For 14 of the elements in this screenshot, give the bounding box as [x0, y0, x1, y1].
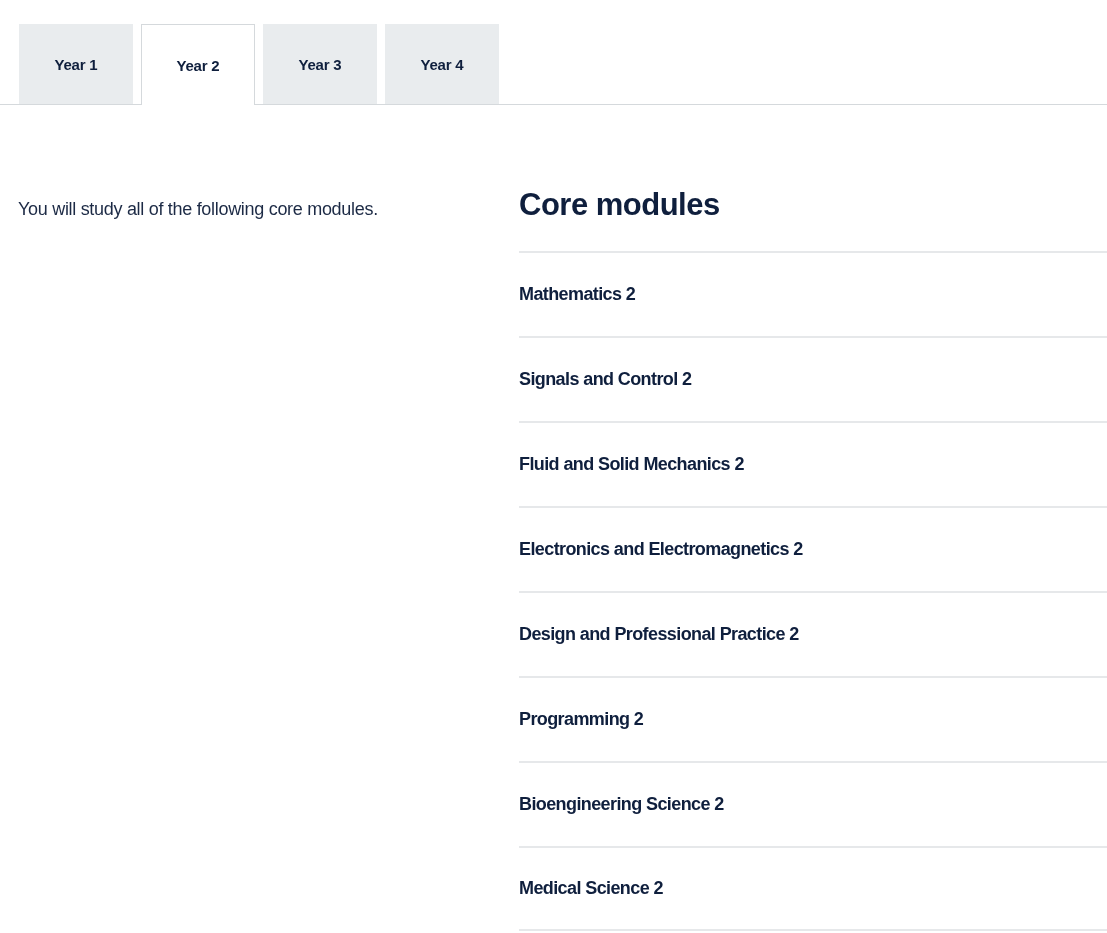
module-title[interactable]: Bioengineering Science 2 [519, 794, 724, 815]
intro-text: You will study all of the following core modules. [17, 199, 379, 221]
year-tab[interactable]: Year 1 [19, 24, 133, 104]
year-tab[interactable]: Year 4 [385, 24, 499, 104]
section-heading: Core modules [519, 186, 721, 224]
module-title[interactable]: Design and Professional Practice 2 [519, 624, 799, 645]
module-title[interactable]: Medical Science 2 [519, 878, 663, 899]
module-title[interactable]: Electronics and Electromagnetics 2 [519, 539, 803, 560]
year-tab[interactable]: Year 3 [263, 24, 377, 104]
module-title[interactable]: Mathematics 2 [519, 284, 636, 305]
module-title[interactable]: Signals and Control 2 [519, 369, 692, 390]
year-tab[interactable]: Year 2 [141, 24, 255, 105]
module-title[interactable]: Fluid and Solid Mechanics 2 [519, 454, 744, 475]
module-title[interactable]: Programming 2 [519, 709, 644, 730]
